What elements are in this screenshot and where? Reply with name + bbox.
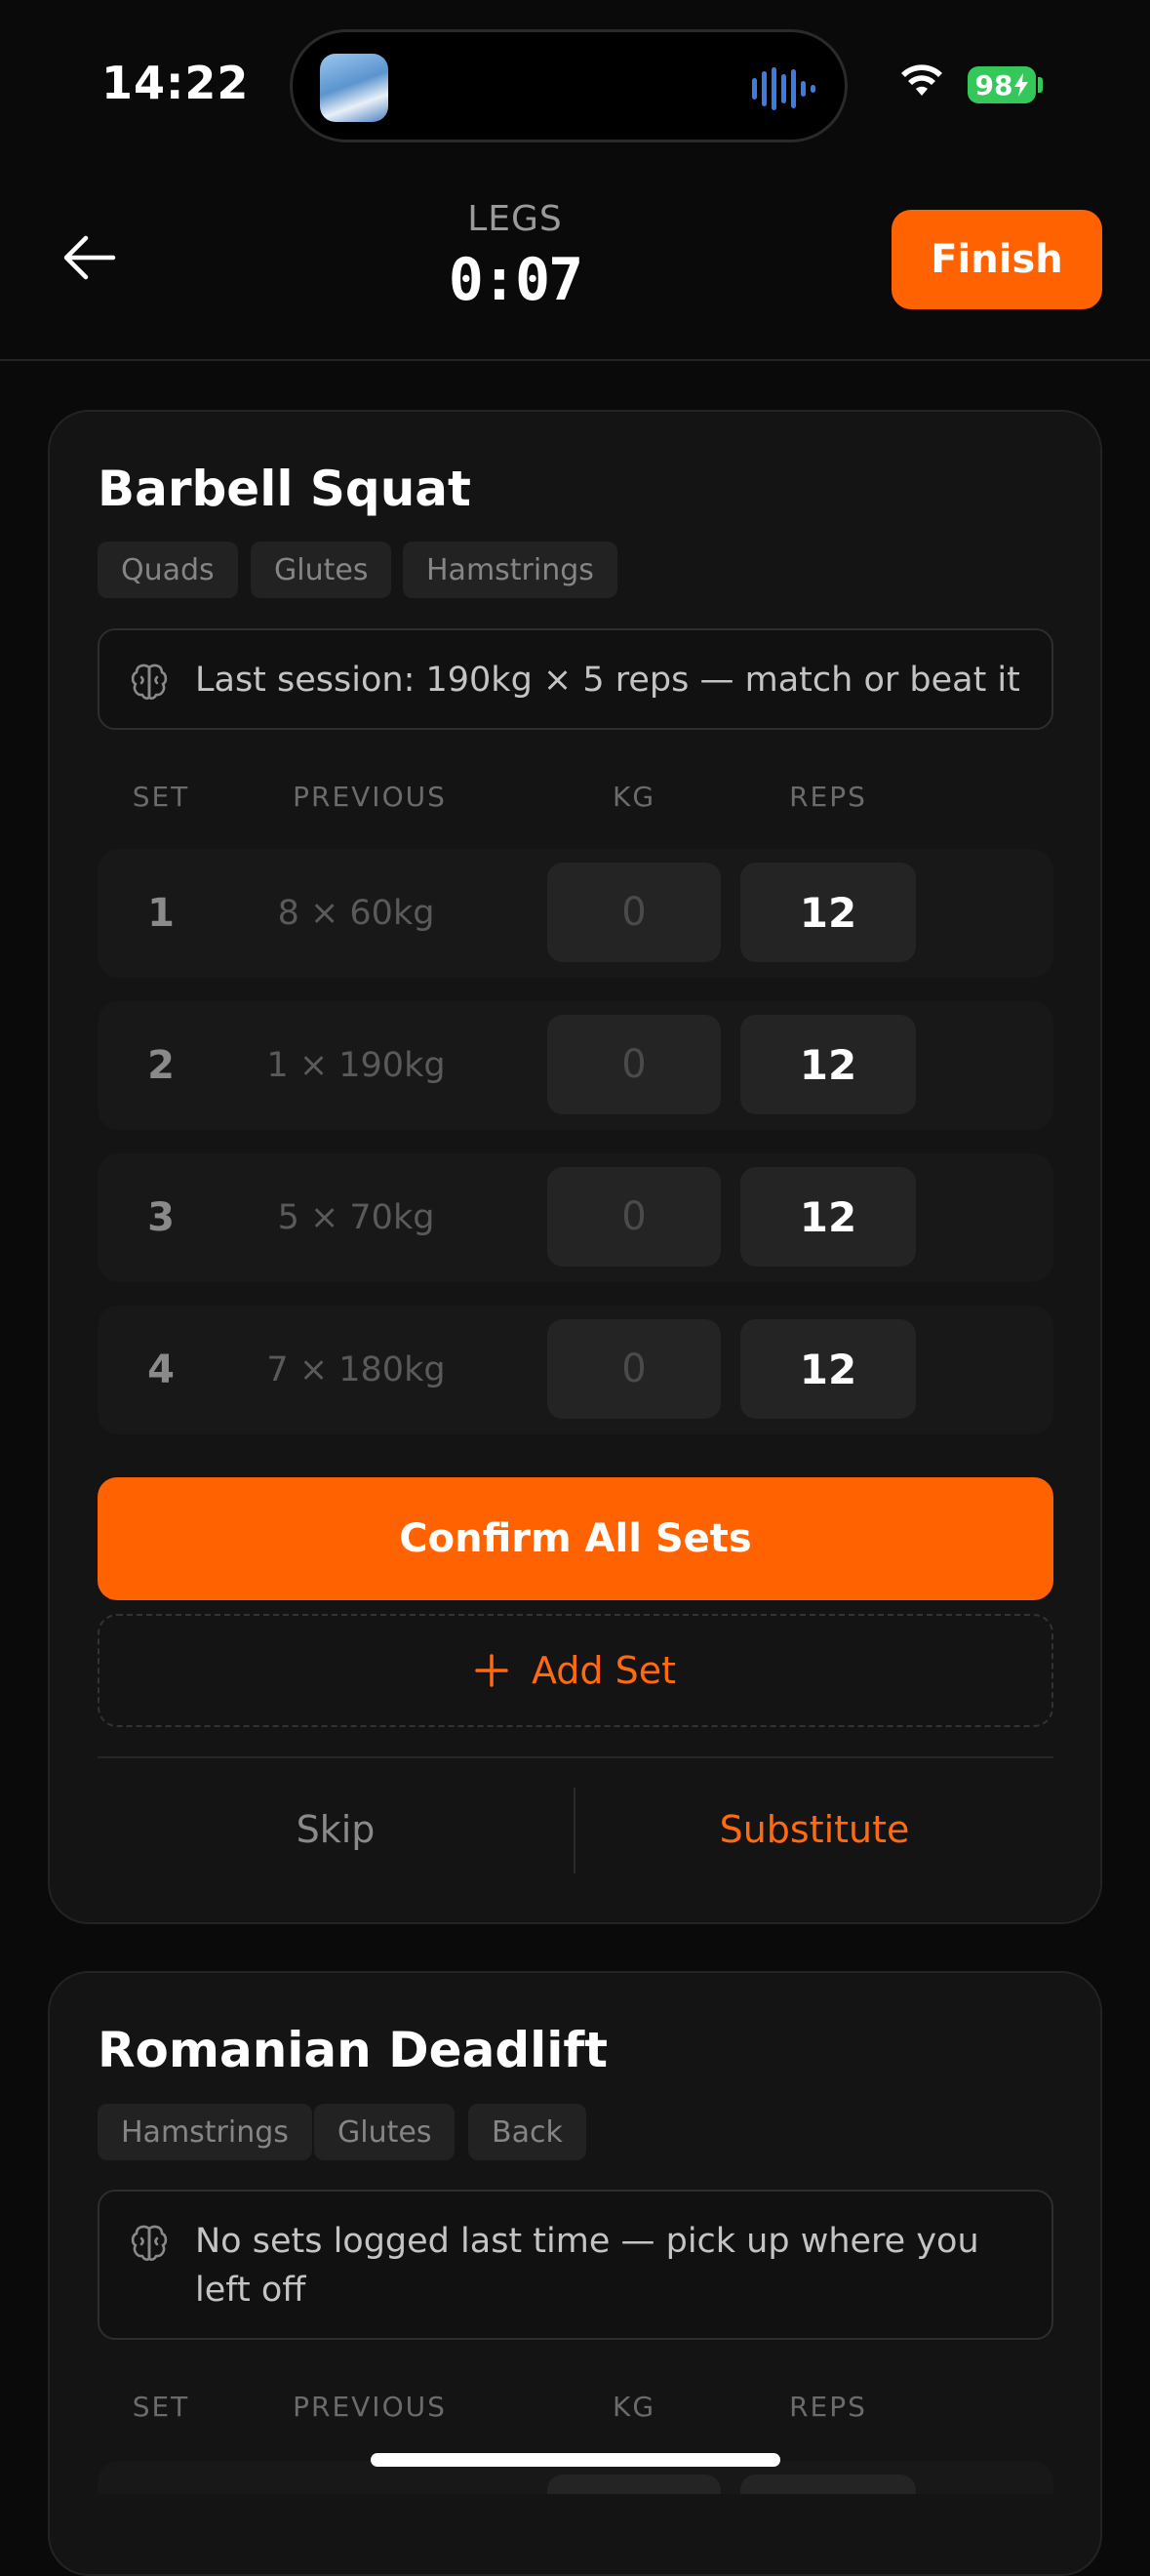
confirm-all-sets-button[interactable]: Confirm All Sets: [98, 1477, 1053, 1600]
last-session-text: No sets logged last time — pick up where…: [195, 2222, 979, 2310]
set-row: 3 5 × 70kg 0 12: [98, 1153, 1053, 1282]
brain-icon: [131, 664, 168, 700]
col-header-reps: REPS: [789, 2391, 867, 2423]
reps-input[interactable]: 12: [740, 1319, 916, 1419]
set-number: 3: [147, 1195, 175, 1240]
battery-level: 98: [974, 68, 1013, 101]
now-playing-app-icon: [320, 54, 388, 122]
previous-value[interactable]: 5 × 70kg: [244, 1153, 468, 1282]
col-header-reps: REPS: [789, 781, 867, 813]
charging-bolt-icon: [1014, 73, 1029, 97]
kg-input[interactable]: 0: [547, 1015, 721, 1114]
kg-input[interactable]: [547, 2475, 721, 2494]
kg-input[interactable]: 0: [547, 1167, 721, 1267]
col-header-kg: KG: [612, 2391, 656, 2423]
workout-timer: 0:07: [448, 246, 584, 314]
reps-input[interactable]: 12: [740, 1167, 916, 1267]
add-set-button[interactable]: Add Set: [98, 1614, 1053, 1727]
set-row: 4 7 × 180kg 0 12: [98, 1306, 1053, 1434]
muscle-tag: Glutes: [251, 542, 392, 598]
kg-input[interactable]: 0: [547, 863, 721, 962]
last-session-text: Last session: 190kg × 5 reps — match or …: [195, 661, 1020, 700]
header-divider: [0, 359, 1150, 361]
set-number: 4: [147, 1348, 175, 1392]
workout-name: LEGS: [467, 199, 563, 239]
dynamic-island: [290, 29, 848, 142]
battery-indicator: 98: [968, 66, 1036, 103]
wifi-icon: [901, 64, 942, 96]
set-row: 1 8 × 60kg 0 12: [98, 849, 1053, 978]
finish-button[interactable]: Finish: [892, 210, 1102, 309]
plus-icon: [475, 1654, 508, 1687]
col-header-set: SET: [132, 781, 190, 813]
set-row: 2 1 × 190kg 0 12: [98, 1001, 1053, 1130]
card-footer-divider: [98, 1756, 1053, 1758]
col-header-previous: PREVIOUS: [293, 781, 447, 813]
previous-value[interactable]: 7 × 180kg: [244, 1306, 468, 1434]
status-time: 14:22: [101, 57, 250, 109]
substitute-button[interactable]: Substitute: [575, 1786, 1053, 1873]
set-number: 1: [147, 891, 175, 936]
reps-input[interactable]: 12: [740, 863, 916, 962]
col-header-kg: KG: [612, 781, 656, 813]
last-session-note: Last session: 190kg × 5 reps — match or …: [98, 628, 1053, 730]
add-set-label: Add Set: [531, 1649, 677, 1692]
exercise-title: Barbell Squat: [98, 461, 471, 517]
previous-value[interactable]: 1 × 190kg: [244, 1001, 468, 1130]
kg-input[interactable]: 0: [547, 1319, 721, 1419]
muscle-tag: Glutes: [314, 2104, 456, 2160]
exercise-title: Romanian Deadlift: [98, 2022, 609, 2078]
muscle-tag: Hamstrings: [403, 542, 617, 598]
muscle-tag: Quads: [98, 542, 238, 598]
reps-input[interactable]: [740, 2475, 916, 2494]
home-indicator[interactable]: [371, 2453, 780, 2467]
last-session-note: No sets logged last time — pick up where…: [98, 2190, 1053, 2340]
reps-input[interactable]: 12: [740, 1015, 916, 1114]
set-number: 2: [147, 1043, 175, 1088]
muscle-tag: Hamstrings: [98, 2104, 312, 2160]
skip-button[interactable]: Skip: [98, 1786, 574, 1873]
col-header-previous: PREVIOUS: [293, 2391, 447, 2423]
muscle-tag: Back: [468, 2104, 586, 2160]
brain-icon: [131, 2225, 168, 2261]
previous-value[interactable]: 8 × 60kg: [244, 849, 468, 978]
battery-cap: [1038, 77, 1043, 93]
col-header-set: SET: [132, 2391, 190, 2423]
audio-waveform-icon: [752, 67, 815, 110]
